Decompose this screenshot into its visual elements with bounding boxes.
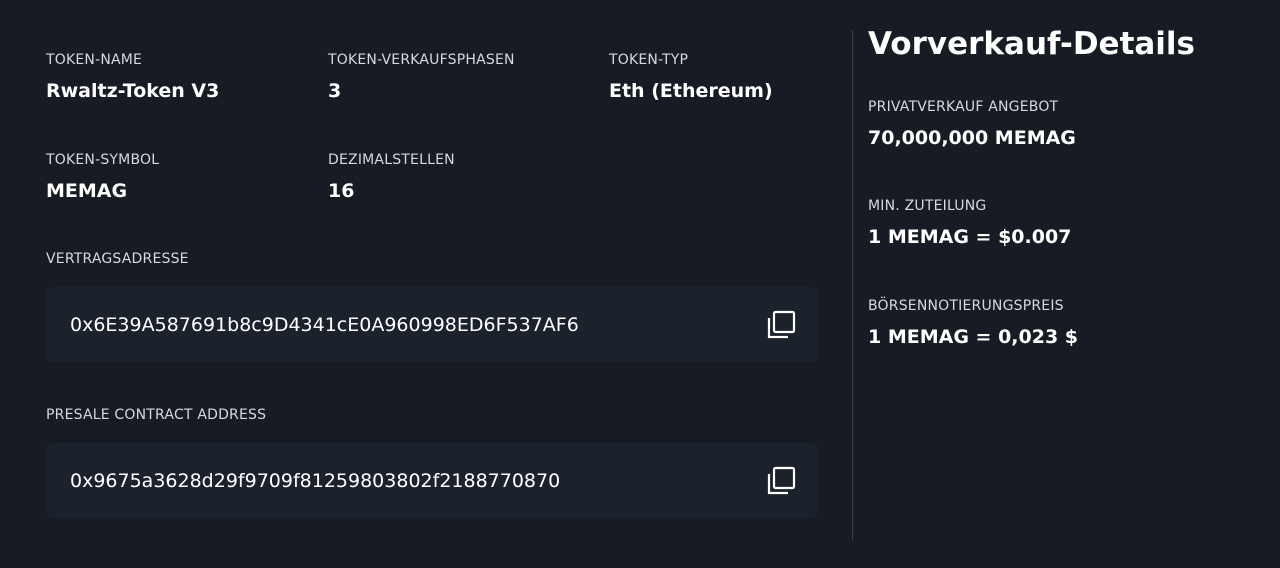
token-type-value: Eth (Ethereum) — [609, 80, 773, 102]
presale-contract-address-label: PRESALE CONTRACT ADDRESS — [46, 407, 267, 423]
private-sale-value: 70,000,000 MEMAG — [868, 127, 1076, 149]
token-symbol-label: TOKEN-SYMBOL — [46, 152, 160, 168]
copy-icon[interactable] — [766, 466, 796, 496]
min-allocation-label: MIN. ZUTEILUNG — [868, 198, 987, 214]
decimals-value: 16 — [328, 180, 355, 202]
decimals-label: DEZIMALSTELLEN — [328, 152, 455, 168]
presale-contract-address-value: 0x9675a3628d29f9709f81259803802f21887708… — [70, 469, 561, 492]
contract-address-label: VERTRAGSADRESSE — [46, 251, 189, 267]
private-sale-label: PRIVATVERKAUF ANGEBOT — [868, 99, 1059, 115]
token-details-page: TOKEN-NAME Rwaltz-Token V3 TOKEN-VERKAUF… — [0, 0, 1280, 568]
token-type-label: TOKEN-TYP — [609, 52, 689, 68]
token-phases-label: TOKEN-VERKAUFSPHASEN — [328, 52, 515, 68]
token-name-value: Rwaltz-Token V3 — [46, 80, 220, 102]
contract-address-value: 0x6E39A587691b8c9D4341cE0A960998ED6F537A… — [70, 313, 579, 336]
min-allocation-value: 1 MEMAG = $0.007 — [868, 226, 1072, 248]
vertical-divider — [852, 30, 853, 540]
token-symbol-value: MEMAG — [46, 180, 128, 202]
listing-price-label: BÖRSENNOTIERUNGSPREIS — [868, 298, 1064, 314]
presale-contract-address-box: 0x9675a3628d29f9709f81259803802f21887708… — [46, 443, 818, 518]
presale-details-title: Vorverkauf-Details — [868, 26, 1196, 62]
token-phases-value: 3 — [328, 80, 342, 102]
listing-price-value: 1 MEMAG = 0,023 $ — [868, 326, 1079, 348]
token-name-label: TOKEN-NAME — [46, 52, 143, 68]
copy-icon[interactable] — [766, 310, 796, 340]
contract-address-box: 0x6E39A587691b8c9D4341cE0A960998ED6F537A… — [46, 287, 818, 362]
